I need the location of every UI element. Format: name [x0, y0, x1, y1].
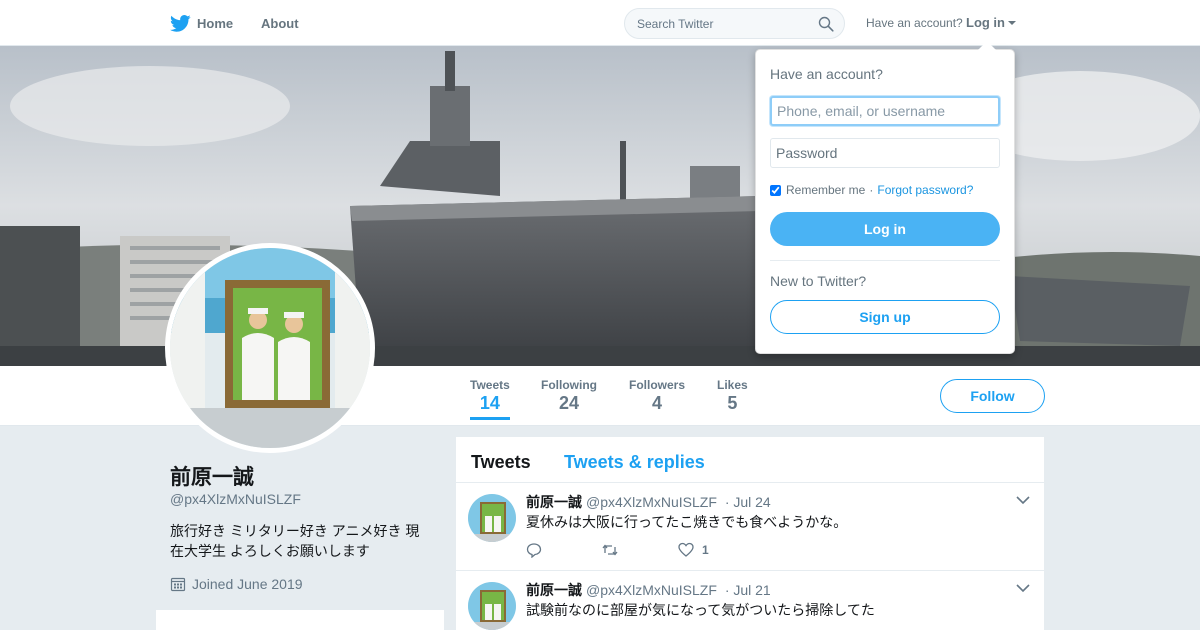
search-icon[interactable] [818, 16, 834, 32]
login-dropdown-toggle[interactable]: Log in [966, 15, 1016, 30]
calendar-icon [170, 577, 186, 592]
tweet-avatar-illustration [468, 494, 516, 542]
dropdown-divider [770, 260, 1000, 261]
stat-tweets-label: Tweets [470, 378, 510, 392]
stat-followers-label: Followers [629, 378, 686, 392]
heart-icon [678, 542, 694, 557]
tab-tweets-and-replies[interactable]: Tweets & replies [564, 452, 705, 473]
stat-tweets-value: 14 [479, 393, 500, 413]
profile-handle[interactable]: @px4XlzMxNuISLZF [170, 491, 301, 507]
stat-following[interactable]: Following 24 [541, 378, 597, 414]
tweet-author-handle[interactable]: @px4XlzMxNuISLZF [586, 494, 717, 510]
reply-action[interactable] [526, 542, 542, 558]
search-box [624, 8, 845, 39]
tweet-author-name[interactable]: 前原一誠 [526, 494, 582, 510]
profile-joined-text: Joined June 2019 [192, 576, 303, 592]
stat-likes-label: Likes [717, 378, 748, 392]
profile-side-card [156, 610, 444, 630]
caret-down-icon [1008, 21, 1016, 25]
tweet-header: 前原一誠 @px4XlzMxNuISLZF · Jul 21 [526, 580, 771, 600]
login-toggle-label: Log in [966, 15, 1005, 30]
top-navigation: Home About Have an account? Log in [0, 0, 1200, 46]
timeline: Tweets Tweets & replies 前原一誠 @px4XlzMxNuI… [456, 437, 1044, 630]
tweet-author-name[interactable]: 前原一誠 [526, 582, 582, 598]
stat-likes[interactable]: Likes 5 [717, 378, 748, 414]
remember-me-row: Remember me · Forgot password? [770, 183, 973, 197]
reply-icon [526, 543, 542, 558]
stat-followers-value: 4 [652, 393, 663, 413]
profile-name[interactable]: 前原一誠 [170, 461, 254, 491]
signup-button[interactable]: Sign up [770, 300, 1000, 334]
profile-joined: Joined June 2019 [170, 576, 303, 592]
avatar-illustration [170, 248, 370, 448]
have-account-text: Have an account? [866, 16, 963, 30]
login-dropdown: Have an account? Remember me · Forgot pa… [755, 41, 1015, 354]
username-field[interactable] [770, 96, 1000, 126]
tweet-avatar-illustration [468, 582, 516, 630]
timeline-tabs: Tweets Tweets & replies [456, 437, 1044, 483]
tweet-date[interactable]: · Jul 21 [725, 582, 771, 598]
remember-me-label[interactable]: Remember me [786, 183, 865, 197]
password-field[interactable] [770, 138, 1000, 168]
nav-home-label: Home [197, 16, 234, 31]
nav-home-link[interactable]: Home [170, 13, 233, 34]
stat-following-value: 24 [558, 393, 580, 413]
dropdown-arrow [978, 41, 996, 50]
new-to-twitter-text: New to Twitter? [770, 273, 867, 289]
follow-button[interactable]: Follow [940, 379, 1045, 413]
tweet-item[interactable]: 前原一誠 @px4XlzMxNuISLZF · Jul 24 夏休みは大阪に行って… [456, 483, 1044, 571]
profile-bio: 旅行好き ミリタリー好き アニメ好き 現在大学生 よろしくお願いします [170, 523, 420, 559]
tweet-actions: 1 [526, 542, 769, 558]
tweet-date[interactable]: · Jul 24 [725, 494, 771, 510]
tweet-header: 前原一誠 @px4XlzMxNuISLZF · Jul 24 [526, 492, 771, 512]
remember-me-checkbox[interactable] [770, 184, 781, 196]
forgot-password-link[interactable]: Forgot password? [877, 183, 973, 197]
login-button[interactable]: Log in [770, 212, 1000, 246]
like-count: 1 [702, 543, 709, 557]
search-input[interactable] [625, 9, 805, 38]
twitter-bird-icon [170, 15, 191, 32]
like-action[interactable]: 1 [678, 542, 709, 558]
stat-following-label: Following [541, 378, 597, 392]
remember-separator: · [869, 183, 874, 197]
tab-tweets[interactable]: Tweets [471, 452, 531, 473]
nav-about-link[interactable]: About [261, 16, 299, 31]
tweet-author-handle[interactable]: @px4XlzMxNuISLZF [586, 582, 717, 598]
login-dropdown-title: Have an account? [770, 66, 883, 82]
stat-tweets[interactable]: Tweets 14 [470, 378, 510, 420]
tweet-text: 夏休みは大阪に行ってたこ焼きでも食べようかな。 [526, 514, 848, 530]
tweet-avatar[interactable] [468, 582, 516, 630]
stat-followers[interactable]: Followers 4 [629, 378, 685, 414]
profile-avatar[interactable] [165, 243, 375, 453]
tweet-avatar[interactable] [468, 494, 516, 542]
chevron-down-icon[interactable] [1016, 583, 1030, 593]
tweet-item[interactable]: 前原一誠 @px4XlzMxNuISLZF · Jul 21 試験前なのに部屋が気… [456, 571, 1044, 630]
tweet-text: 試験前なのに部屋が気になって気がついたら掃除してた [526, 602, 875, 618]
chevron-down-icon[interactable] [1016, 495, 1030, 505]
retweet-icon [602, 544, 618, 556]
stat-likes-value: 5 [727, 393, 738, 413]
retweet-action[interactable] [602, 542, 618, 558]
